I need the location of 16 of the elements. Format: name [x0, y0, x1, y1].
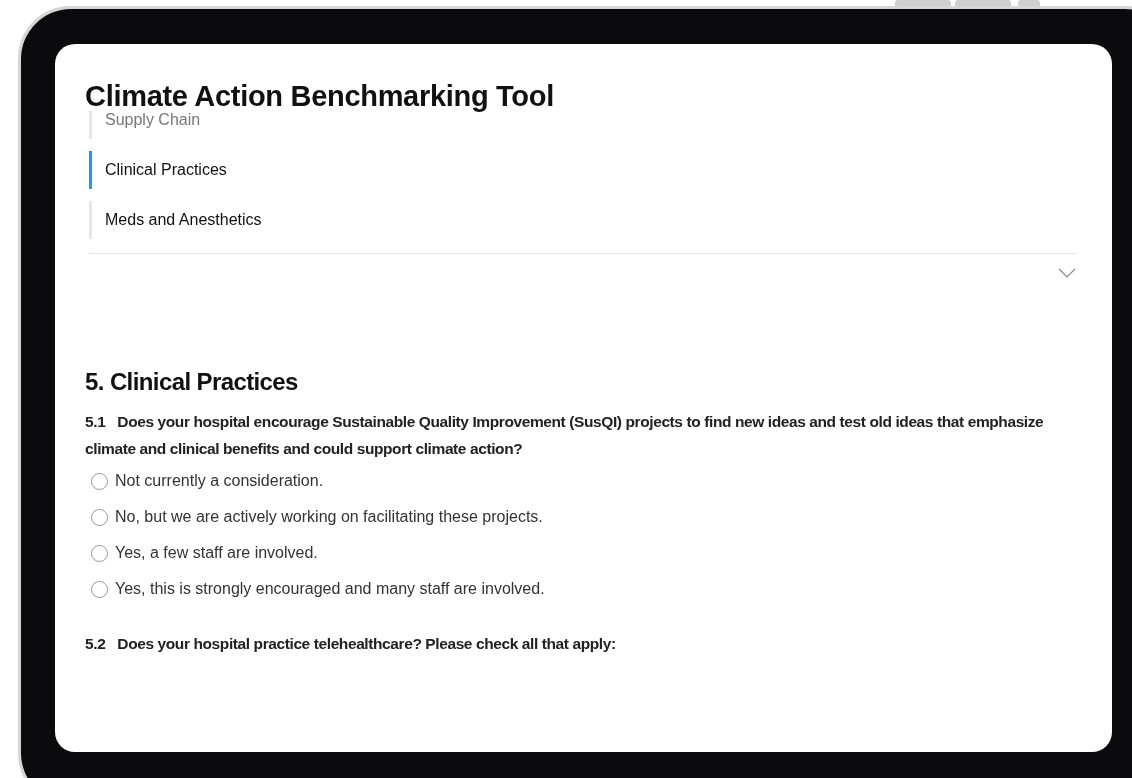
section-heading: 5. Clinical Practices: [85, 368, 299, 396]
page-title: Climate Action Benchmarking Tool: [85, 80, 555, 113]
question-text: 5.1 Does your hospital encourage Sustainable Quality Improvement (SusQI) projects to find new ideas and test old ideas that emphasize climate and clinical benefits and could support climate action?: [85, 412, 1045, 459]
radio-icon[interactable]: [91, 472, 108, 490]
nav-item[interactable]: Meds and Anesthetics: [89, 201, 1076, 239]
radio-option[interactable]: Not currently a consideration.: [91, 472, 1076, 490]
question-text: 5.2 Does your hospital practice telehealthcare? Please check all that apply:: [85, 634, 617, 654]
radio-option[interactable]: Yes, a few staff are involved.: [91, 544, 1076, 562]
nav-item[interactable]: Clinical Practices: [89, 151, 1076, 189]
radio-icon[interactable]: [91, 544, 108, 562]
radio-option[interactable]: Yes, this is strongly encouraged and many staff are involved.: [91, 580, 1076, 598]
radio-icon[interactable]: [91, 580, 108, 598]
chevron-down-icon[interactable]: [1058, 268, 1076, 278]
nav-item[interactable]: Supply Chain: [89, 111, 1076, 139]
radio-option[interactable]: No, but we are actively working on facilitating these projects.: [91, 508, 1076, 526]
radio-icon[interactable]: [91, 508, 108, 526]
